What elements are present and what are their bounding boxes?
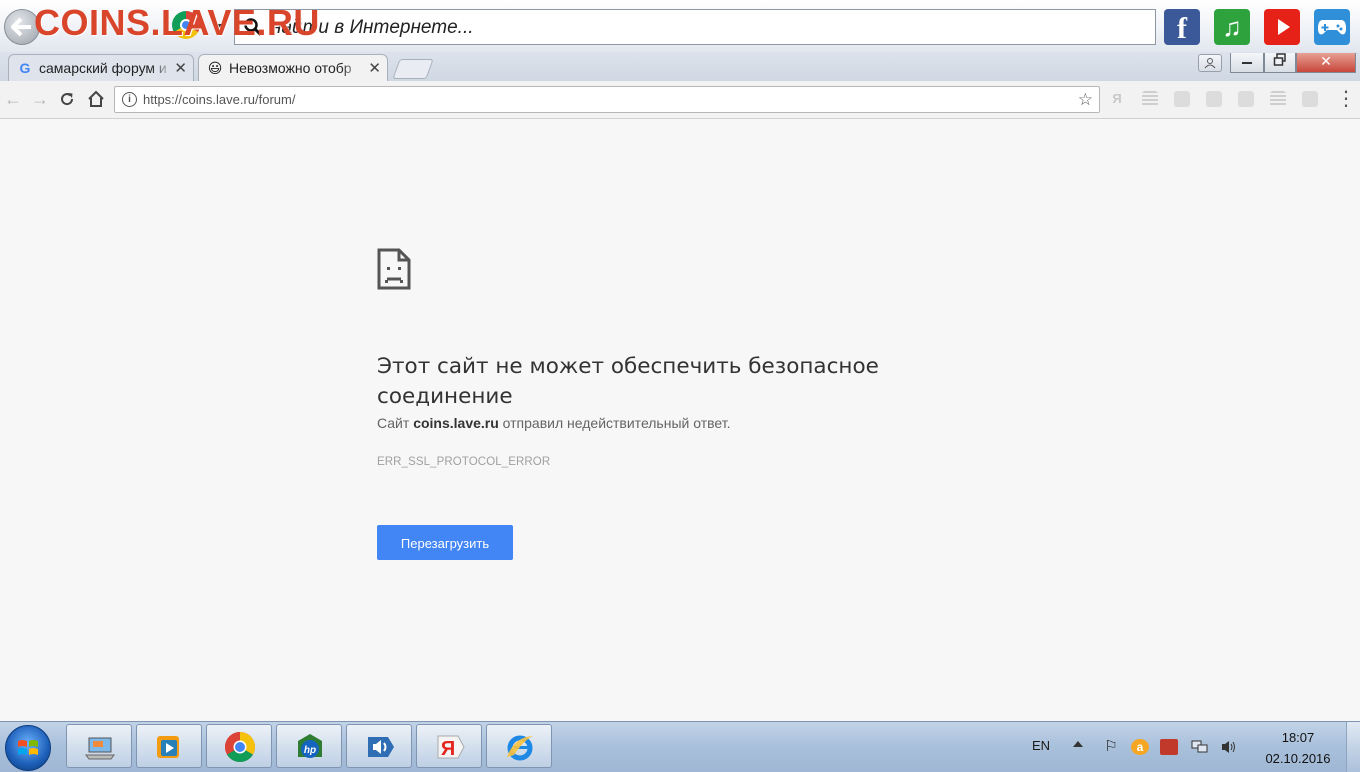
new-tab-button[interactable] [392, 59, 434, 79]
windows-taskbar: hp Я EN ⚐ a 18:07 02.10.2016 [0, 721, 1360, 772]
taskbar-app-audio[interactable] [346, 724, 412, 768]
error-desc-suffix: отправил недействительный ответ. [498, 415, 731, 431]
extension-icon[interactable] [1238, 91, 1254, 107]
volume-icon[interactable] [1220, 739, 1238, 755]
taskbar-app-media[interactable] [136, 724, 202, 768]
reload-button[interactable]: Перезагрузить [377, 525, 513, 560]
close-tab-icon[interactable]: ✕ [174, 59, 187, 77]
error-code: ERR_SSL_PROTOCOL_ERROR [377, 456, 551, 468]
facebook-icon[interactable]: f [1164, 9, 1200, 45]
minimize-window-button[interactable] [1230, 53, 1264, 73]
taskbar-app-hp[interactable]: hp [276, 724, 342, 768]
language-indicator[interactable]: EN [1032, 738, 1050, 753]
user-profile-icon[interactable] [1198, 54, 1222, 72]
windows-logo-icon [18, 740, 38, 755]
clock-date[interactable]: 02.10.2016 [1258, 751, 1338, 766]
yandex-tray-icon[interactable]: a [1131, 739, 1149, 755]
memory-tray-icon[interactable] [1160, 739, 1178, 755]
forward-icon[interactable]: → [29, 88, 51, 110]
taskbar-app-explorer[interactable] [66, 724, 132, 768]
address-bar[interactable]: i https://coins.lave.ru/forum/ ☆ [114, 86, 1100, 113]
chrome-icon [224, 732, 256, 763]
info-icon[interactable]: i [122, 92, 137, 107]
browser-toolbar: ← → i https://coins.lave.ru/forum/ ☆ Я ⋮ [0, 81, 1360, 119]
show-hidden-icons-icon[interactable] [1073, 741, 1083, 747]
show-desktop-button[interactable] [1346, 722, 1360, 772]
start-button[interactable] [5, 725, 51, 771]
sad-page-icon [377, 248, 411, 295]
laptop-icon [85, 737, 115, 760]
restore-window-button[interactable] [1264, 53, 1296, 73]
back-icon[interactable]: ← [2, 88, 24, 110]
music-icon[interactable]: ♫ [1214, 9, 1250, 45]
action-center-flag-icon[interactable]: ⚐ [1102, 739, 1120, 755]
extension-toolbar: COINS.LAVE.RU найти в Интернете... f ♫ [0, 0, 1360, 53]
extension-icon[interactable] [1174, 91, 1190, 107]
media-player-icon [157, 736, 179, 758]
taskbar-app-yandex[interactable]: Я [416, 724, 482, 768]
gamepad-icon[interactable] [1314, 9, 1350, 45]
internet-explorer-icon [507, 735, 533, 761]
tab-samara-forum[interactable]: G самарский форум и ✕ [8, 54, 194, 81]
network-icon[interactable] [1191, 739, 1209, 755]
tab-error-page[interactable]: 😃 Невозможно отобр ✕ [198, 54, 388, 81]
error-description: Сайт coins.lave.ru отправил недействител… [377, 415, 730, 431]
home-icon[interactable] [85, 88, 107, 110]
youtube-icon[interactable] [1264, 9, 1300, 45]
error-title: Этот сайт не может обеспечить безопасное… [377, 354, 879, 410]
smiley-favicon-icon: 😃 [207, 60, 223, 76]
extension-icon[interactable] [1206, 91, 1222, 107]
clock-time[interactable]: 18:07 [1270, 730, 1326, 745]
site-watermark: COINS.LAVE.RU [34, 2, 320, 43]
svg-text:hp: hp [304, 745, 316, 756]
bookmark-star-icon[interactable]: ☆ [1078, 90, 1093, 110]
tab-label: Невозможно отобр [229, 60, 363, 76]
menu-icon[interactable]: ⋮ [1336, 89, 1356, 109]
reload-icon[interactable] [56, 88, 78, 110]
error-desc-prefix: Сайт [377, 415, 414, 431]
error-host: coins.lave.ru [413, 415, 499, 431]
yandex-browser-icon: Я [437, 735, 465, 760]
internet-search-box[interactable]: найти в Интернете... [234, 9, 1156, 45]
taskbar-app-ie[interactable] [486, 724, 552, 768]
hp-icon: hp [298, 734, 322, 758]
speaker-icon [368, 737, 394, 757]
yandex-extension-icon[interactable]: Я [1109, 91, 1125, 107]
tab-label: самарский форум и [39, 60, 173, 76]
extension-icon[interactable] [1270, 91, 1286, 107]
google-favicon-icon: G [19, 60, 31, 76]
extension-icon[interactable] [1142, 91, 1158, 107]
url-text[interactable]: https://coins.lave.ru/forum/ [143, 92, 295, 107]
taskbar-app-chrome[interactable] [206, 724, 272, 768]
yandex-letter: Я [441, 738, 455, 760]
close-window-button[interactable]: ✕ [1296, 53, 1356, 73]
tab-strip: G самарский форум и ✕ 😃 Невозможно отобр… [0, 52, 1360, 81]
close-tab-icon[interactable]: ✕ [368, 59, 381, 77]
extension-icon[interactable] [1302, 91, 1318, 107]
